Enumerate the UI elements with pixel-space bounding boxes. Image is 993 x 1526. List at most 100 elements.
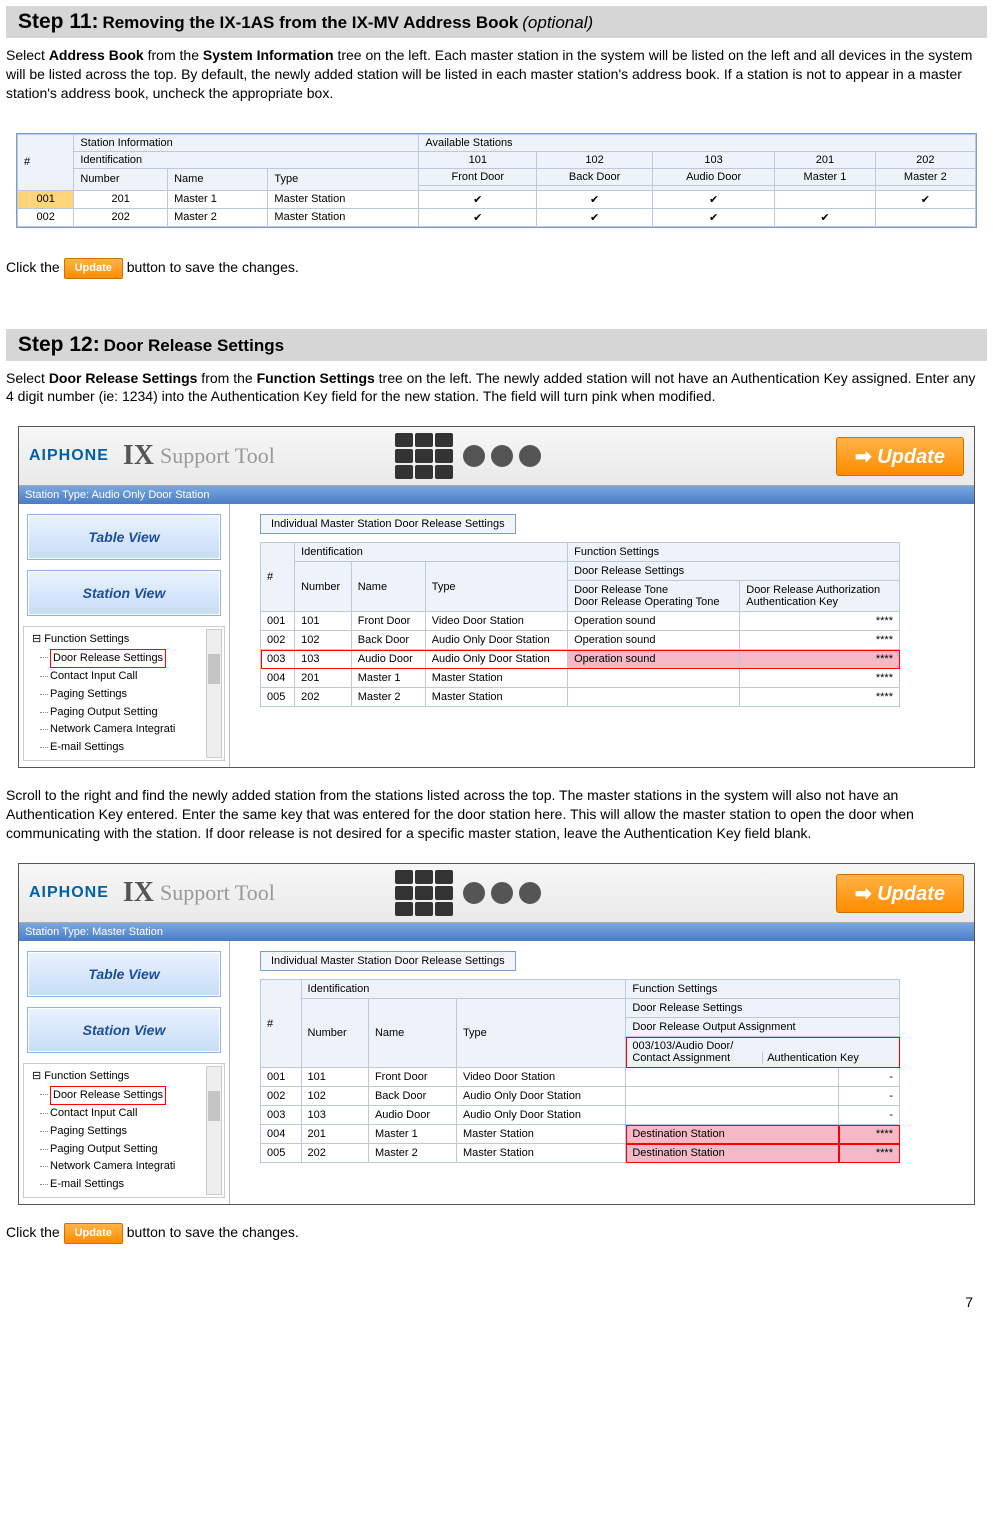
- col-type: Type: [425, 562, 567, 612]
- auth-key-cell[interactable]: ****: [740, 612, 900, 631]
- step11-optional: (optional): [522, 13, 593, 32]
- checkbox-cell[interactable]: ✔: [537, 190, 653, 208]
- col-101: 101: [419, 151, 537, 168]
- col-identification: Identification: [295, 543, 568, 562]
- screenshot-door-release-2: AIPHONE IX Support Tool Update Station T…: [18, 863, 975, 1205]
- control-icons: [463, 882, 541, 904]
- control-icons: [463, 445, 541, 467]
- col-name: Name: [351, 562, 425, 612]
- table-row: 003103Audio DoorAudio Only Door StationO…: [261, 650, 900, 669]
- col-202: 202: [875, 151, 975, 168]
- screenshot-door-release-1: AIPHONE IX Support Tool Update Station T…: [18, 426, 975, 768]
- step11-title: Removing the IX-1AS from the IX-MV Addre…: [102, 13, 518, 32]
- table-row: 002102Back DoorAudio Only Door Station-: [261, 1087, 900, 1106]
- update-button[interactable]: Update: [836, 437, 964, 476]
- col-hash: #: [261, 980, 302, 1068]
- table-row: 002102Back DoorAudio Only Door StationOp…: [261, 631, 900, 650]
- name-102: Back Door: [537, 168, 653, 185]
- door-release-table-1: # Identification Function Settings Numbe…: [260, 542, 900, 707]
- aiphone-logo: AIPHONE: [29, 884, 109, 902]
- aiphone-logo: AIPHONE: [29, 447, 109, 465]
- col-number: Number: [295, 562, 352, 612]
- checkbox-cell[interactable]: ✔: [419, 190, 537, 208]
- auth-key-cell[interactable]: ****: [740, 650, 900, 669]
- table-row: 005202Master 2Master StationDestination …: [261, 1144, 900, 1163]
- step12-header: Step 12: Door Release Settings: [6, 329, 987, 361]
- update-button[interactable]: Update: [836, 874, 964, 913]
- address-book-table: # Station Information Available Stations…: [16, 133, 977, 228]
- step11-num: Step 11:: [18, 10, 99, 33]
- left-panel: Table View Station View ⊟ Function Setti…: [19, 941, 230, 1204]
- support-tool-text: Support Tool: [160, 880, 275, 906]
- tree-item-cic[interactable]: Contact Input Call: [50, 1105, 220, 1123]
- step11-paragraph: Select Address Book from the System Info…: [6, 46, 987, 103]
- col-drs: Door Release Settings: [568, 562, 900, 581]
- tree-item-nci[interactable]: Network Camera Integrati: [50, 721, 220, 739]
- tree-root[interactable]: ⊟ Function Settings: [32, 631, 220, 649]
- col-droa: Door Release Output Assignment: [626, 1018, 900, 1037]
- tree-item-ps[interactable]: Paging Settings: [50, 1123, 220, 1141]
- keypad-icon: [395, 870, 453, 916]
- step12-paragraph-1: Select Door Release Settings from the Fu…: [6, 369, 987, 407]
- tree-item-es[interactable]: E-mail Settings: [50, 1176, 220, 1194]
- keypad-icon: [395, 433, 453, 479]
- checkbox-cell[interactable]: ✔: [652, 208, 774, 226]
- checkbox-cell[interactable]: ✔: [537, 208, 653, 226]
- nav-tree: ⊟ Function Settings Door Release Setting…: [23, 626, 225, 761]
- tree-item-drs[interactable]: Door Release Settings: [50, 1086, 220, 1106]
- col-type: Type: [268, 168, 419, 190]
- tree-item-pos[interactable]: Paging Output Setting: [50, 704, 220, 722]
- right-panel: Individual Master Station Door Release S…: [230, 504, 974, 767]
- tree-item-cic[interactable]: Contact Input Call: [50, 668, 220, 686]
- support-tool-text: Support Tool: [160, 443, 275, 469]
- auth-key-cell[interactable]: ****: [740, 669, 900, 688]
- update-button-inline[interactable]: Update: [64, 258, 123, 279]
- station-type-bar: Station Type: Audio Only Door Station: [19, 486, 974, 504]
- checkbox-cell[interactable]: ✔: [875, 190, 975, 208]
- checkbox-cell[interactable]: ✔: [775, 208, 875, 226]
- name-101: Front Door: [419, 168, 537, 185]
- table-view-button[interactable]: Table View: [27, 951, 221, 997]
- step12-paragraph-2: Scroll to the right and find the newly a…: [6, 786, 927, 843]
- ix-logo: IX: [123, 440, 154, 472]
- col-path: 003/103/Audio Door/ Contact AssignmentAu…: [626, 1037, 900, 1068]
- click-update-text-1: Click the Update button to save the chan…: [6, 258, 987, 279]
- update-button-inline[interactable]: Update: [64, 1223, 123, 1244]
- col-hash: #: [261, 543, 295, 612]
- name-201: Master 1: [775, 168, 875, 185]
- auth-key-cell[interactable]: ****: [740, 631, 900, 650]
- step12-num: Step 12:: [18, 333, 100, 356]
- tree-item-nci[interactable]: Network Camera Integrati: [50, 1158, 220, 1176]
- tree-item-es[interactable]: E-mail Settings: [50, 739, 220, 757]
- auth-key-cell[interactable]: -: [839, 1106, 900, 1125]
- tree-root[interactable]: ⊟ Function Settings: [32, 1068, 220, 1086]
- table-row: 004201Master 1Master Station****: [261, 669, 900, 688]
- tree-item-drs[interactable]: Door Release Settings: [50, 649, 220, 669]
- auth-key-cell[interactable]: -: [839, 1068, 900, 1087]
- tree-item-ps[interactable]: Paging Settings: [50, 686, 220, 704]
- col-name: Name: [368, 999, 456, 1068]
- station-view-button[interactable]: Station View: [27, 570, 221, 616]
- auth-key-cell[interactable]: ****: [740, 688, 900, 707]
- table-row: 005202Master 2Master Station****: [261, 688, 900, 707]
- table-row: 003103Audio DoorAudio Only Door Station-: [261, 1106, 900, 1125]
- checkbox-cell[interactable]: [775, 190, 875, 208]
- auth-key-cell[interactable]: ****: [839, 1144, 900, 1163]
- col-hash: #: [18, 134, 74, 190]
- col-identification: Identification: [74, 151, 419, 168]
- tree-item-pos[interactable]: Paging Output Setting: [50, 1141, 220, 1159]
- col-function-settings: Function Settings: [626, 980, 900, 999]
- auth-key-cell[interactable]: -: [839, 1087, 900, 1106]
- station-view-button[interactable]: Station View: [27, 1007, 221, 1053]
- table-view-button[interactable]: Table View: [27, 514, 221, 560]
- ix-logo: IX: [123, 877, 154, 909]
- col-type: Type: [456, 999, 625, 1068]
- col-available: Available Stations: [419, 134, 976, 151]
- table-row: 001101Front DoorVideo Door StationOperat…: [261, 612, 900, 631]
- right-panel: Individual Master Station Door Release S…: [230, 941, 974, 1204]
- auth-key-cell[interactable]: ****: [839, 1125, 900, 1144]
- checkbox-cell[interactable]: ✔: [652, 190, 774, 208]
- col-name: Name: [168, 168, 268, 190]
- checkbox-cell[interactable]: ✔: [419, 208, 537, 226]
- checkbox-cell[interactable]: [875, 208, 975, 226]
